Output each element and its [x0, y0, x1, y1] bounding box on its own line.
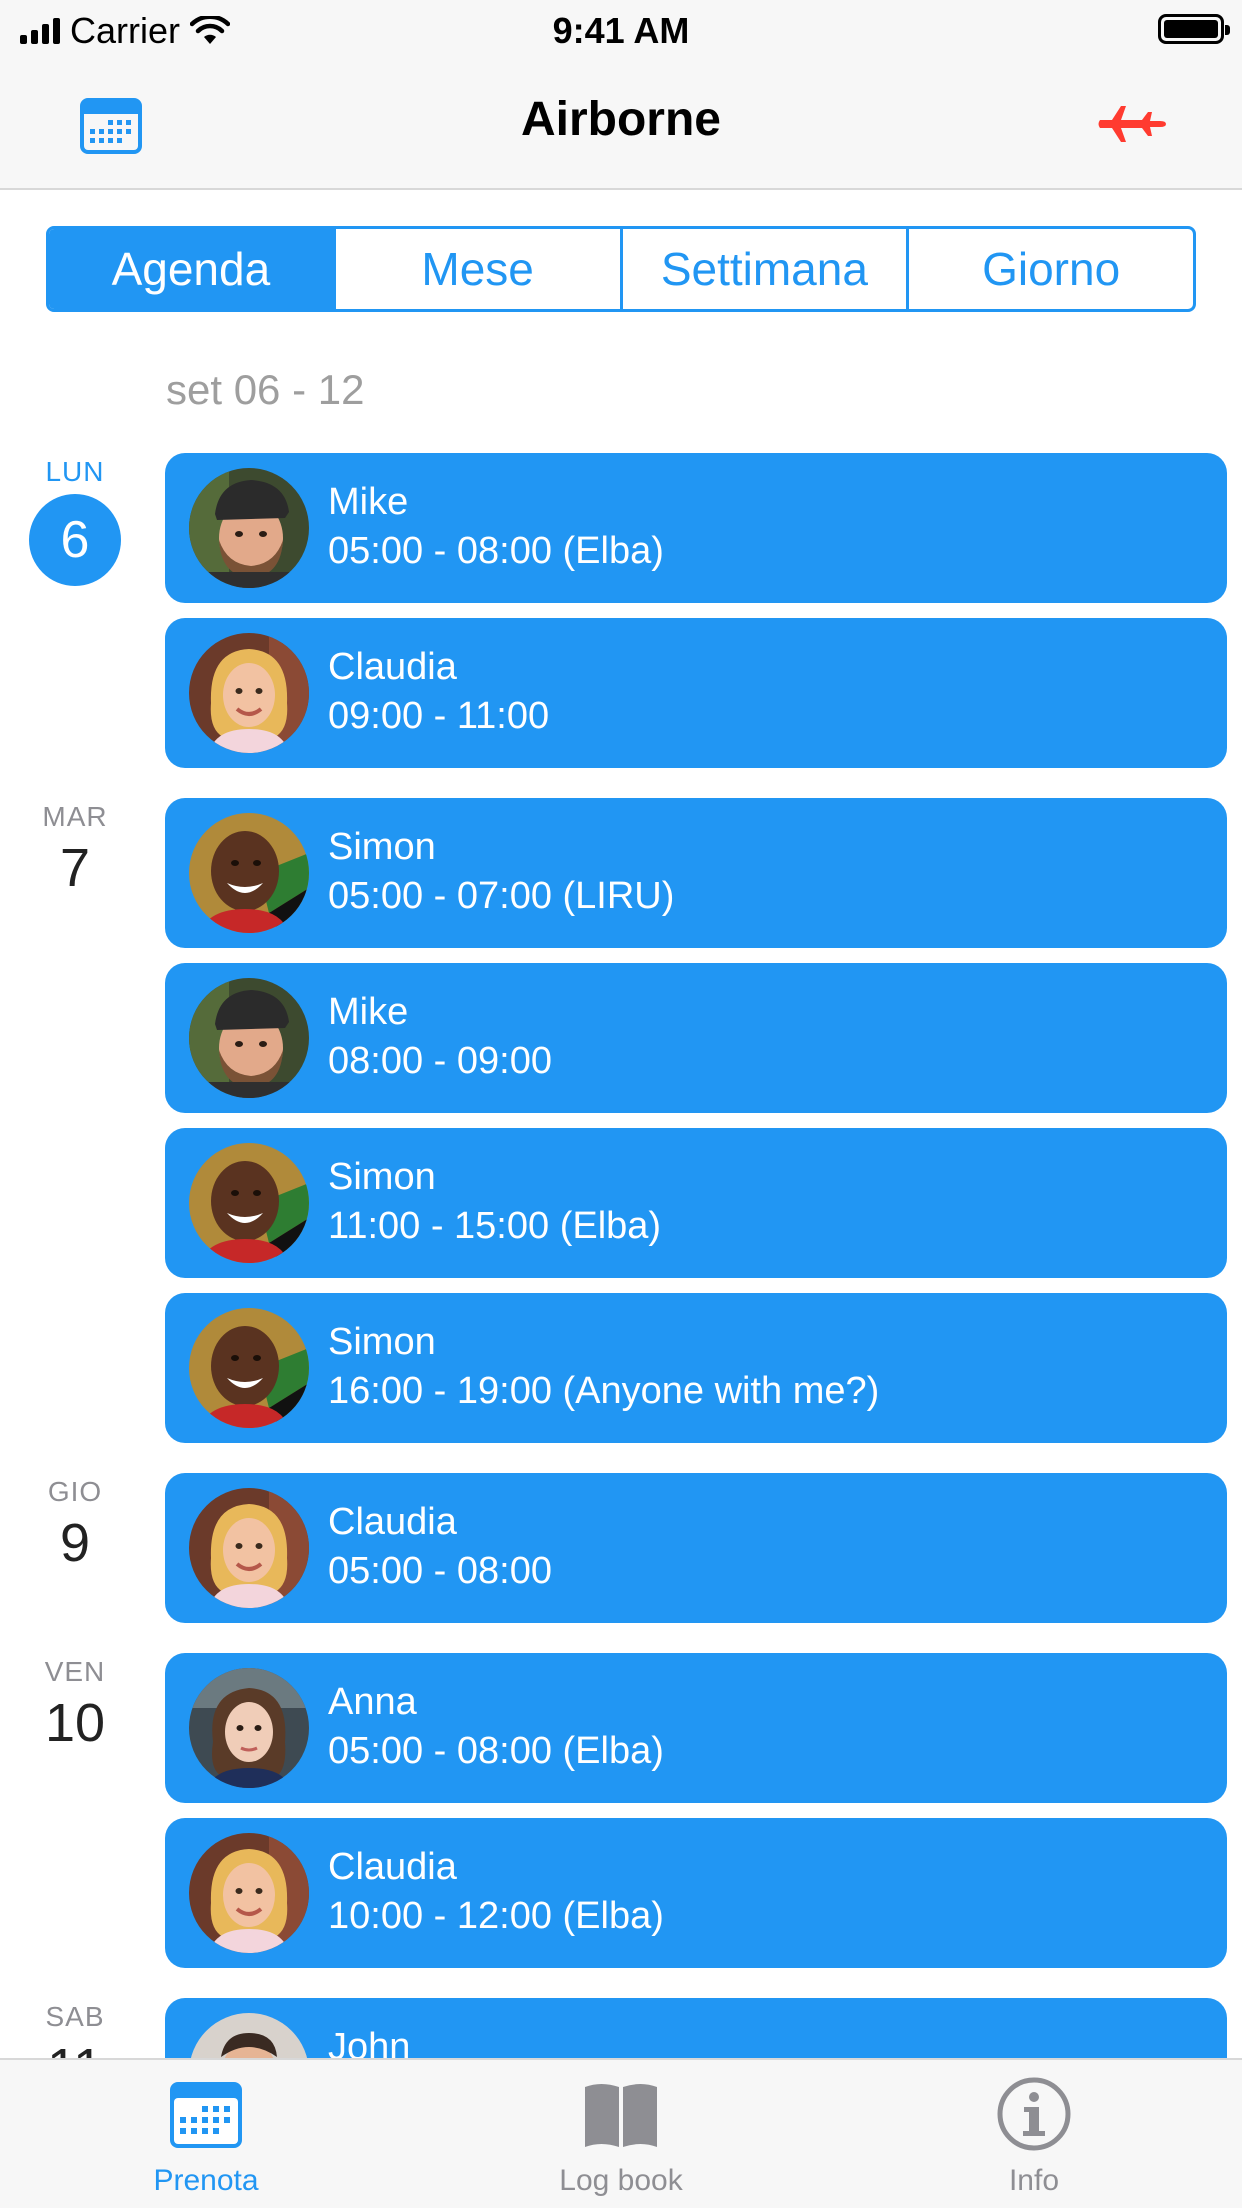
status-bar: Carrier 9:41 AM — [0, 0, 1242, 62]
event-time: 10:00 - 12:00 (Elba) — [328, 1895, 664, 1937]
event-card[interactable]: Mike 05:00 - 08:00 (Elba) — [165, 453, 1227, 603]
segment-settimana[interactable]: Settimana — [623, 229, 910, 309]
event-card[interactable]: Simon 05:00 - 07:00 (LIRU) — [165, 798, 1227, 948]
event-card[interactable]: Mike 08:00 - 09:00 — [165, 963, 1227, 1113]
day-of-week: MAR — [42, 801, 108, 832]
event-card[interactable]: Anna 05:00 - 08:00 (Elba) — [165, 1653, 1227, 1803]
info-icon — [997, 2077, 1071, 2151]
avatar — [189, 1143, 309, 1263]
tab-info[interactable]: Info — [914, 2072, 1154, 2198]
status-time: 9:41 AM — [552, 10, 690, 51]
day-of-week: SAB — [45, 2001, 105, 2032]
day-number: 6 — [29, 494, 121, 586]
event-card[interactable]: Claudia 10:00 - 12:00 (Elba) — [165, 1818, 1227, 1968]
event-time: 05:00 - 07:00 (LIRU) — [328, 875, 675, 917]
tab-label: Log book — [559, 2164, 683, 2197]
segment-agenda[interactable]: Agenda — [49, 229, 336, 309]
avatar — [189, 633, 309, 753]
event-time: 11:00 - 15:00 (Elba) — [328, 1205, 662, 1247]
event-name: Simon — [328, 1321, 436, 1363]
day-of-week: LUN — [45, 456, 105, 487]
week-range-header: set 06 - 12 — [166, 366, 365, 413]
airplane-icon — [1098, 106, 1166, 142]
view-segmented-control: Agenda Mese Settimana Giorno — [46, 226, 1196, 312]
event-time: 09:00 - 11:00 — [328, 695, 550, 737]
avatar — [189, 1308, 309, 1428]
airplane-button[interactable] — [1094, 90, 1168, 164]
event-name: Claudia — [328, 1501, 457, 1543]
battery-icon — [1158, 14, 1230, 44]
day-of-week: GIO — [47, 1476, 103, 1507]
event-card[interactable]: Claudia 05:00 - 08:00 — [165, 1473, 1227, 1623]
day-number: 7 — [59, 838, 91, 898]
nav-title: Airborne — [520, 93, 721, 146]
day-label-mar: MAR 7 — [0, 801, 150, 899]
event-card[interactable]: Simon 11:00 - 15:00 (Elba) — [165, 1128, 1227, 1278]
avatar — [189, 1668, 309, 1788]
day-of-week: VEN — [44, 1656, 106, 1687]
avatar — [189, 978, 309, 1098]
event-time: 08:00 - 09:00 — [328, 1040, 552, 1082]
event-time: 05:00 - 08:00 (Elba) — [328, 530, 664, 572]
event-name: Simon — [328, 826, 436, 868]
day-number: 9 — [59, 1513, 91, 1573]
day-label-ven: VEN 10 — [0, 1656, 150, 1754]
segment-mese[interactable]: Mese — [336, 229, 623, 309]
book-icon — [585, 2084, 657, 2147]
event-time: 05:00 - 08:00 (Elba) — [328, 1730, 664, 1772]
calendar-icon — [170, 2082, 242, 2148]
day-number: 10 — [44, 1693, 106, 1753]
tab-log-book[interactable]: Log book — [501, 2072, 741, 2198]
event-name: Mike — [328, 481, 409, 523]
event-time: 16:00 - 19:00 (Anyone with me?) — [328, 1370, 880, 1412]
day-label-gio: GIO 9 — [0, 1476, 150, 1574]
avatar — [189, 1833, 309, 1953]
day-label-lun: LUN 6 — [0, 456, 150, 586]
tab-label: Prenota — [153, 2164, 259, 2197]
event-name: Claudia — [328, 1846, 457, 1888]
event-card[interactable]: Claudia 09:00 - 11:00 — [165, 618, 1227, 768]
event-name: Mike — [328, 991, 409, 1033]
tab-label: Info — [1008, 2164, 1060, 2197]
event-name: Simon — [328, 1156, 436, 1198]
event-name: Claudia — [328, 646, 457, 688]
tab-bar: Prenota Log book Info — [0, 2058, 1242, 2208]
avatar — [189, 813, 309, 933]
avatar — [189, 468, 309, 588]
event-name: Anna — [328, 1681, 417, 1723]
event-time: 05:00 - 08:00 — [328, 1550, 552, 1592]
segment-giorno[interactable]: Giorno — [909, 229, 1193, 309]
event-card[interactable]: Simon 16:00 - 19:00 (Anyone with me?) — [165, 1293, 1227, 1443]
tab-prenota[interactable]: Prenota — [86, 2072, 326, 2198]
navigation-bar: Airborne — [0, 62, 1242, 190]
avatar — [189, 1488, 309, 1608]
